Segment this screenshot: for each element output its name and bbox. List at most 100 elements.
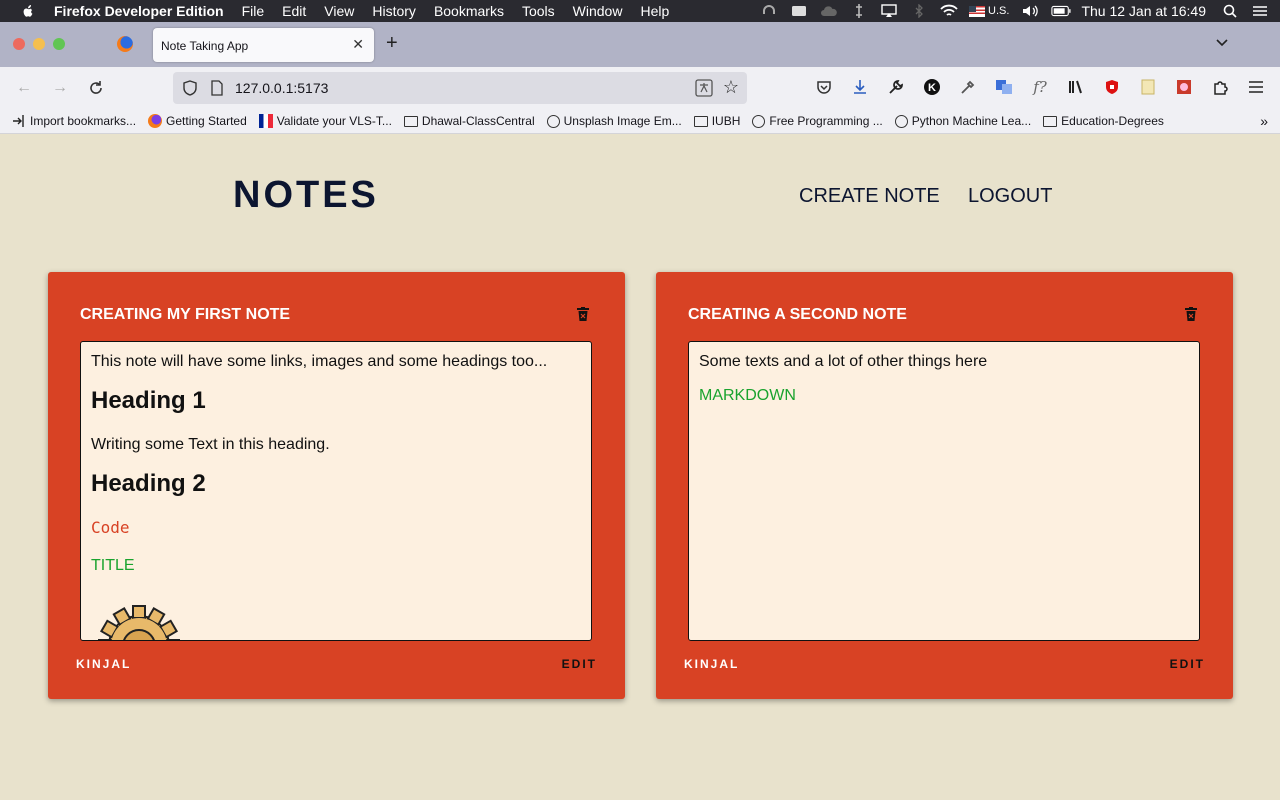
- battery-icon[interactable]: [1051, 3, 1071, 19]
- hamburger-menu-icon[interactable]: [1246, 77, 1266, 97]
- translator-extension-icon[interactable]: [994, 77, 1014, 97]
- control-center-icon[interactable]: [1250, 3, 1270, 19]
- menu-file[interactable]: File: [242, 3, 265, 19]
- tab-title: Note Taking App: [161, 39, 249, 53]
- us-flag-icon[interactable]: [969, 5, 986, 17]
- gear-image: [98, 605, 180, 640]
- globe-icon: [546, 114, 560, 128]
- headphones-icon[interactable]: [759, 3, 779, 19]
- extensions-puzzle-icon[interactable]: [1210, 77, 1230, 97]
- eyedropper-icon[interactable]: [958, 77, 978, 97]
- translate-icon[interactable]: [695, 79, 713, 97]
- firefox-icon: [148, 114, 163, 128]
- note-title: CREATING MY FIRST NOTE: [80, 306, 291, 323]
- font-finder-icon[interactable]: f?: [1030, 77, 1050, 97]
- menubar-clock[interactable]: Thu 12 Jan at 16:49: [1081, 3, 1206, 19]
- note-paragraph: Writing some Text in this heading.: [91, 436, 330, 454]
- volume-icon[interactable]: [1021, 3, 1041, 19]
- k-extension-icon[interactable]: K: [922, 77, 942, 97]
- bookmark-label: IUBH: [711, 114, 741, 128]
- bookmark-free-programming[interactable]: Free Programming ...: [752, 114, 883, 128]
- bookmark-label: Dhawal-ClassCentral: [421, 114, 535, 128]
- menu-window[interactable]: Window: [573, 3, 623, 19]
- bookmark-label: Getting Started: [166, 114, 247, 128]
- trash-icon[interactable]: [577, 307, 589, 321]
- bookmark-getting-started[interactable]: Getting Started: [148, 114, 247, 128]
- bookmarks-overflow-icon[interactable]: »: [1260, 113, 1268, 129]
- wifi-icon[interactable]: [939, 3, 959, 19]
- logout-link[interactable]: LOGOUT: [968, 185, 1052, 208]
- folder-icon: [693, 115, 708, 127]
- tab-note-taking-app[interactable]: Note Taking App ✕: [153, 28, 374, 62]
- note-link[interactable]: MARKDOWN: [699, 387, 1189, 405]
- note-paragraph: This note will have some links, images a…: [91, 353, 548, 370]
- input-source-label[interactable]: U.S.: [988, 5, 1009, 17]
- chevron-down-icon[interactable]: [1214, 34, 1230, 50]
- library-icon[interactable]: [1066, 77, 1086, 97]
- cloud-icon[interactable]: [819, 3, 839, 19]
- globe-icon: [752, 114, 766, 128]
- bookmark-validate-vls[interactable]: Validate your VLS-T...: [258, 114, 392, 128]
- url-bar[interactable]: 127.0.0.1:5173 ☆: [173, 72, 747, 104]
- edit-note-button[interactable]: EDIT: [562, 657, 597, 671]
- page-info-icon[interactable]: [210, 80, 224, 96]
- menu-view[interactable]: View: [324, 3, 354, 19]
- bookmark-unsplash[interactable]: Unsplash Image Em...: [546, 114, 682, 128]
- spotlight-search-icon[interactable]: [1220, 3, 1240, 19]
- menu-tools[interactable]: Tools: [522, 3, 555, 19]
- note-author: KINJAL: [684, 657, 740, 671]
- menu-help[interactable]: Help: [640, 3, 669, 19]
- flag-icon: [258, 114, 273, 128]
- window-maximize-button[interactable]: [53, 38, 65, 50]
- macos-menu-bar: Firefox Developer Edition File Edit View…: [0, 0, 1280, 22]
- downloads-icon[interactable]: [850, 77, 870, 97]
- script-icon[interactable]: [849, 3, 869, 19]
- ublock-shield-icon[interactable]: [1102, 77, 1122, 97]
- bluetooth-icon[interactable]: [909, 3, 929, 19]
- bookmark-python-ml[interactable]: Python Machine Lea...: [894, 114, 1032, 128]
- note-body[interactable]: This note will have some links, images a…: [80, 341, 592, 641]
- bookmark-import[interactable]: Import bookmarks...: [12, 114, 136, 128]
- app-name-menu[interactable]: Firefox Developer Edition: [54, 3, 224, 19]
- pocket-icon[interactable]: [814, 77, 834, 97]
- menu-bookmarks[interactable]: Bookmarks: [434, 3, 504, 19]
- import-icon: [13, 115, 24, 127]
- tab-close-icon[interactable]: ✕: [352, 36, 364, 53]
- app-brand[interactable]: NOTES: [233, 174, 379, 217]
- airplay-icon[interactable]: [879, 3, 899, 19]
- create-note-link[interactable]: CREATE NOTE: [799, 185, 940, 208]
- url-text[interactable]: 127.0.0.1:5173: [235, 80, 328, 96]
- window-close-button[interactable]: [13, 38, 25, 50]
- new-tab-button[interactable]: +: [386, 32, 398, 55]
- bookmark-dhawal-folder[interactable]: Dhawal-ClassCentral: [403, 114, 535, 128]
- browser-tab-strip: Note Taking App ✕ +: [0, 22, 1280, 67]
- bookmark-star-icon[interactable]: ☆: [723, 77, 739, 98]
- note-body[interactable]: Some texts and a lot of other things her…: [688, 341, 1200, 641]
- reload-icon[interactable]: [86, 78, 106, 98]
- debug-extension-icon[interactable]: [1174, 77, 1194, 97]
- apple-logo-icon[interactable]: [20, 3, 36, 19]
- menu-edit[interactable]: Edit: [282, 3, 306, 19]
- bookmark-label: Unsplash Image Em...: [563, 114, 682, 128]
- wrench-icon[interactable]: [886, 77, 906, 97]
- bookmark-label: Free Programming ...: [769, 114, 883, 128]
- back-arrow-icon[interactable]: ←: [14, 78, 34, 98]
- bookmark-education-folder[interactable]: Education-Degrees: [1043, 114, 1164, 128]
- tracking-shield-icon[interactable]: [182, 80, 198, 96]
- note-heading-2: Heading 2: [91, 470, 206, 498]
- firefox-view-icon[interactable]: [117, 36, 133, 52]
- trash-icon[interactable]: [1185, 307, 1197, 321]
- notes-extension-icon[interactable]: [1138, 77, 1158, 97]
- edit-note-button[interactable]: EDIT: [1170, 657, 1205, 671]
- display-icon[interactable]: [789, 3, 809, 19]
- note-card: CREATING MY FIRST NOTE This note will ha…: [48, 272, 625, 699]
- bookmark-iubh-folder[interactable]: IUBH: [693, 114, 741, 128]
- menu-history[interactable]: History: [372, 3, 416, 19]
- bookmark-label: Python Machine Lea...: [911, 114, 1032, 128]
- globe-icon: [894, 114, 908, 128]
- note-link[interactable]: TITLE: [91, 557, 581, 575]
- forward-arrow-icon[interactable]: →: [50, 78, 70, 98]
- window-minimize-button[interactable]: [33, 38, 45, 50]
- bookmark-label: Validate your VLS-T...: [276, 114, 392, 128]
- bookmark-label: Education-Degrees: [1061, 114, 1164, 128]
